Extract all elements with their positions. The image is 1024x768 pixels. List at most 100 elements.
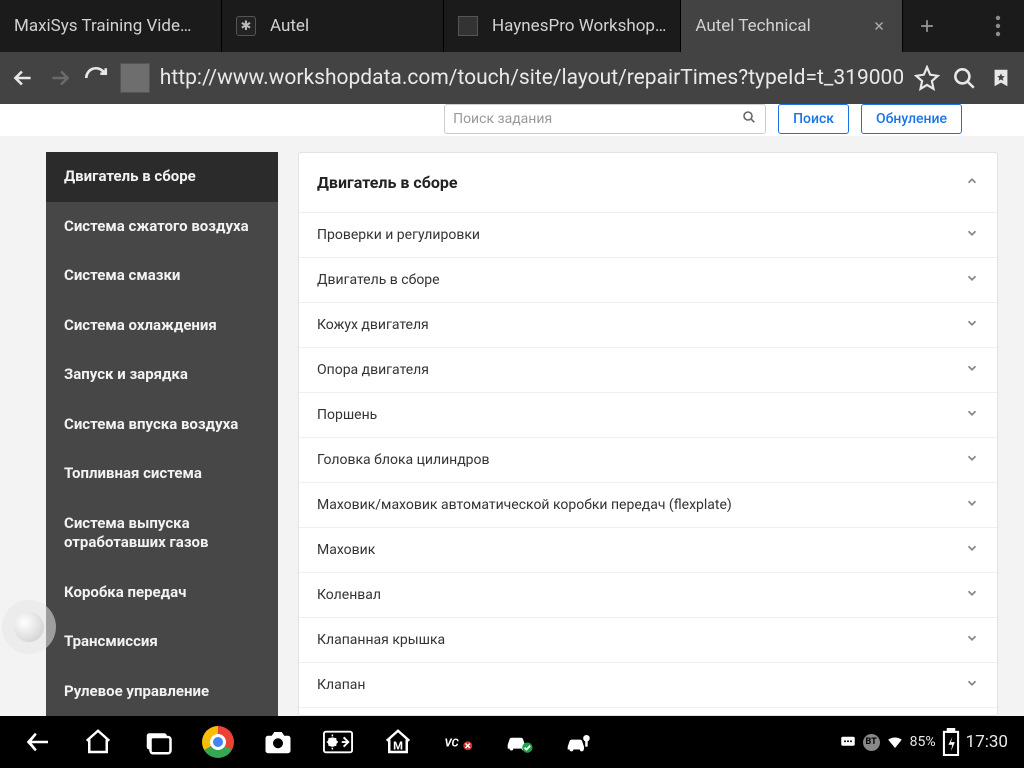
chevron-down-icon <box>965 316 979 334</box>
url-text: http://www.workshopdata.com/touch/site/l… <box>160 66 904 90</box>
close-icon[interactable] <box>870 17 888 35</box>
chevron-down-icon <box>965 451 979 469</box>
chevron-down-icon <box>965 631 979 649</box>
accordion-item[interactable]: Коленвал <box>299 573 997 618</box>
forward-button[interactable] <box>43 55 78 101</box>
tab-strip-rest <box>903 0 1024 52</box>
accordion-item[interactable]: Маховик <box>299 528 997 573</box>
task-search-box[interactable] <box>444 104 766 134</box>
recents-nav-button[interactable] <box>128 716 188 768</box>
tab-title: Autel <box>270 16 429 36</box>
accordion-item[interactable]: Двигатель в сборе <box>299 258 997 303</box>
battery-charging-icon <box>942 733 960 751</box>
sidebar-item[interactable]: Система сжатого воздуха <box>46 202 278 252</box>
sms-icon <box>839 733 857 751</box>
accordion-item-label: Коленвал <box>317 587 381 603</box>
vehicle-ok-icon[interactable] <box>488 716 548 768</box>
vci-icon[interactable]: VC <box>428 716 488 768</box>
sidebar-item[interactable]: Система выпуска отработавших газов <box>46 499 278 568</box>
accordion-item[interactable]: Клапанная крышка <box>299 618 997 663</box>
accordion-item[interactable]: Клапан <box>299 663 997 708</box>
accordion-item[interactable]: Головка блока цилиндров <box>299 438 997 483</box>
search-row: Поиск Обнуление <box>444 104 962 134</box>
accordion-item-label: Двигатель в сборе <box>317 272 440 288</box>
accordion-item[interactable]: Маховик/маховик автоматической коробки п… <box>299 483 997 528</box>
accordion-item-label: Клапан <box>317 677 365 693</box>
tab-title: Autel Technical <box>695 16 862 36</box>
tab-favicon <box>458 16 478 36</box>
accordion-item-label: Кожух двигателя <box>317 317 429 333</box>
maxisys-home-icon[interactable]: M <box>368 716 428 768</box>
category-sidebar: Двигатель в сбореСистема сжатого воздуха… <box>46 152 278 716</box>
browser-tab[interactable]: HaynesPro Workshop… <box>444 0 681 52</box>
back-button[interactable] <box>6 55 41 101</box>
assistive-touch-inner <box>14 612 44 642</box>
chevron-down-icon <box>965 406 979 424</box>
accordion-item-label: Головка блока цилиндров <box>317 452 490 468</box>
accordion-item-label: Поршень <box>317 407 377 423</box>
main-heading-row[interactable]: Двигатель в сборе <box>299 153 997 213</box>
search-icon <box>741 109 757 129</box>
page-content: Двигатель в сбореСистема сжатого воздуха… <box>46 152 998 716</box>
assistive-touch[interactable] <box>2 600 56 654</box>
accordion-item[interactable]: Опора двигателя <box>299 348 997 393</box>
find-button[interactable] <box>947 55 982 101</box>
battery-percent: 85% <box>910 734 936 750</box>
chevron-down-icon <box>965 226 979 244</box>
accordion-item-label: Опора двигателя <box>317 362 429 378</box>
main-panel: Двигатель в сборе Проверки и регулировки… <box>298 152 998 716</box>
chevron-down-icon <box>965 541 979 559</box>
chevron-down-icon <box>965 676 979 694</box>
tab-favicon: ✱ <box>236 16 256 36</box>
svg-text:VC: VC <box>445 737 460 750</box>
sidebar-item[interactable]: Рулевое управление <box>46 667 278 717</box>
browser-tab[interactable]: ✱ Autel <box>222 0 444 52</box>
new-tab-button[interactable] <box>903 16 951 36</box>
home-nav-button[interactable] <box>68 716 128 768</box>
sidebar-item[interactable]: Трансмиссия <box>46 617 278 667</box>
search-button[interactable]: Поиск <box>778 104 849 134</box>
chevron-down-icon <box>965 271 979 289</box>
system-nav-bar: M VC BT 85% 17:30 <box>0 716 1024 768</box>
browser-tab[interactable]: MaxiSys Training Vide… <box>0 0 222 52</box>
address-bar[interactable]: http://www.workshopdata.com/touch/site/l… <box>120 60 904 96</box>
sidebar-item[interactable]: Коробка передач <box>46 568 278 618</box>
accordion-item-label: Маховик/маховик автоматической коробки п… <box>317 497 732 513</box>
accordion-item-label: Клапанная крышка <box>317 632 445 648</box>
sidebar-item[interactable]: Запуск и зарядка <box>46 350 278 400</box>
bookmark-star-button[interactable] <box>910 55 945 101</box>
accordion-item[interactable]: Поршень <box>299 393 997 438</box>
clock: 17:30 <box>966 732 1008 752</box>
task-search-input[interactable] <box>453 111 741 127</box>
chevron-down-icon <box>965 496 979 514</box>
camera-app-icon[interactable] <box>248 716 308 768</box>
back-nav-button[interactable] <box>8 716 68 768</box>
chrome-app-icon[interactable] <box>188 716 248 768</box>
wifi-icon <box>886 733 904 751</box>
accordion-item[interactable]: Установка фаз распределения <box>299 708 997 716</box>
accordion-item[interactable]: Кожух двигателя <box>299 303 997 348</box>
browser-toolbar: http://www.workshopdata.com/touch/site/l… <box>0 52 1024 104</box>
site-icon <box>120 63 150 93</box>
reset-button[interactable]: Обнуление <box>861 104 962 134</box>
accordion-item-label: Маховик <box>317 542 375 558</box>
bluetooth-icon: BT <box>863 734 880 751</box>
chevron-down-icon <box>965 586 979 604</box>
chevron-down-icon <box>965 361 979 379</box>
browser-menu-button[interactable] <box>976 15 1020 37</box>
browser-tab-bar: MaxiSys Training Vide… ✱ Autel HaynesPro Wo… <box>0 0 1024 52</box>
tab-title: MaxiSys Training Vide… <box>14 16 207 36</box>
sidebar-item[interactable]: Система впуска воздуха <box>46 400 278 450</box>
accordion-list: Проверки и регулировки Двигатель в сборе К… <box>299 213 997 716</box>
brightness-app-icon[interactable] <box>308 716 368 768</box>
sidebar-item[interactable]: Топливная система <box>46 449 278 499</box>
sidebar-item[interactable]: Двигатель в сборе <box>46 152 278 202</box>
accordion-item[interactable]: Проверки и регулировки <box>299 213 997 258</box>
browser-tab[interactable]: Autel Technical <box>681 0 903 52</box>
reload-button[interactable] <box>79 55 114 101</box>
sidebar-item[interactable]: Система смазки <box>46 251 278 301</box>
sidebar-item[interactable]: Система охлаждения <box>46 301 278 351</box>
service-icon[interactable] <box>548 716 608 768</box>
chevron-up-icon <box>965 173 979 192</box>
bookmarks-button[interactable] <box>983 55 1018 101</box>
